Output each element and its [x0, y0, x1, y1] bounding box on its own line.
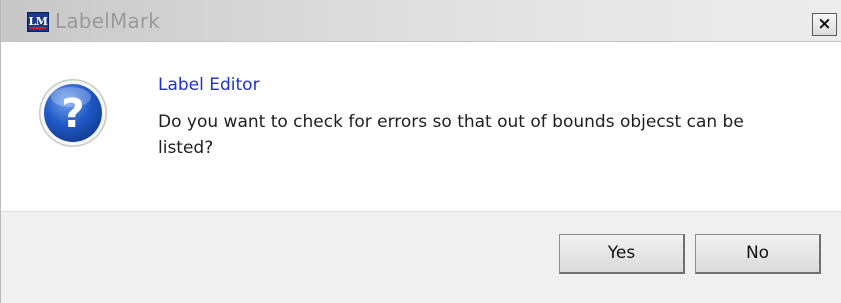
button-bar: Yes No: [1, 211, 841, 303]
no-button[interactable]: No: [695, 234, 821, 274]
app-logo-icon: LM: [27, 12, 49, 32]
dialog-heading: Label Editor: [158, 75, 260, 95]
dialog-message: Do you want to check for errors so that …: [158, 112, 744, 158]
yes-button[interactable]: Yes: [559, 234, 685, 274]
dialog-content: ? Label Editor Do you want to check for …: [1, 42, 841, 211]
title-bar[interactable]: LM LabelMark ×: [1, 0, 841, 42]
close-button[interactable]: ×: [812, 13, 837, 36]
window-title: LabelMark: [55, 9, 161, 33]
question-icon: ?: [39, 79, 107, 147]
svg-text:?: ?: [61, 91, 84, 137]
message-dialog: LM LabelMark × ? Label Editor Do you wan…: [0, 0, 841, 303]
